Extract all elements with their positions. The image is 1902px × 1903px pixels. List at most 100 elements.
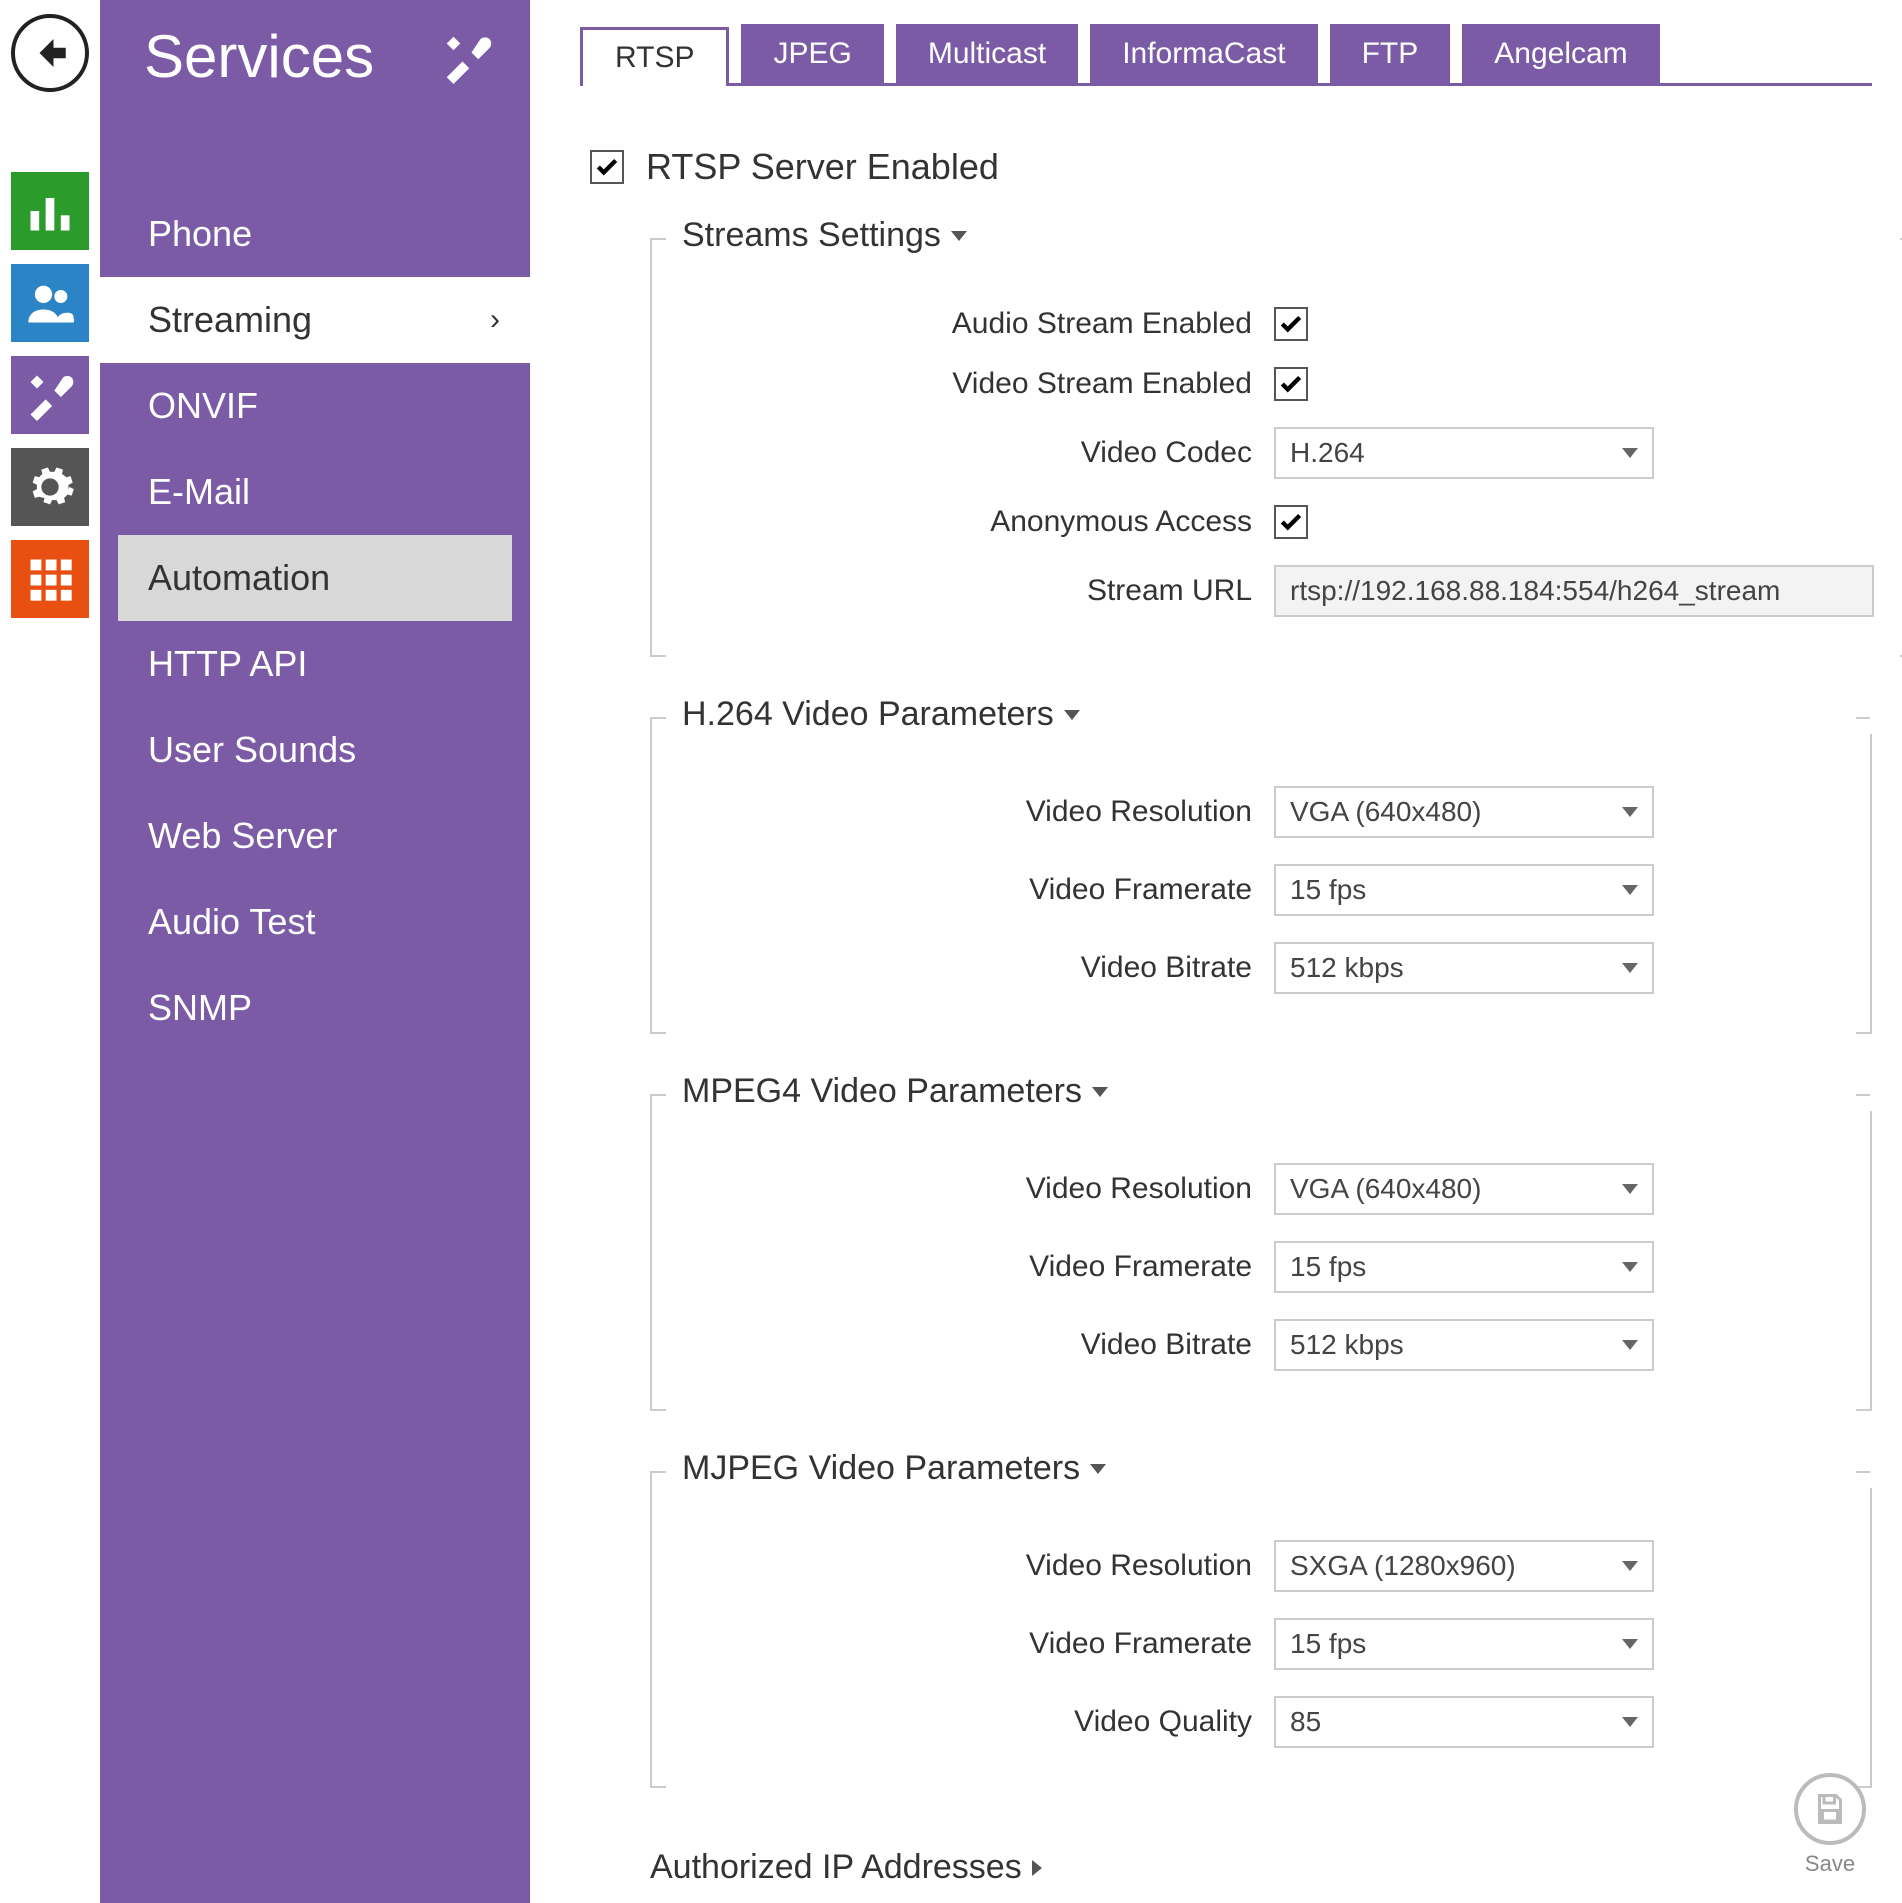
sidebar-item-label: ONVIF <box>148 385 258 427</box>
select-h264-br[interactable]: 512 kbps <box>1274 942 1654 994</box>
select-value: 512 kbps <box>1290 1329 1404 1361</box>
readonly-value: rtsp://192.168.88.184:554/h264_stream <box>1290 575 1780 607</box>
tab-ftp[interactable]: FTP <box>1330 24 1451 83</box>
select-mpeg4-fps[interactable]: 15 fps <box>1274 1241 1654 1293</box>
sidebar-item-automation[interactable]: Automation <box>118 535 512 621</box>
select-mjpeg-fps[interactable]: 15 fps <box>1274 1618 1654 1670</box>
label-anon-access: Anonymous Access <box>692 505 1252 539</box>
group-legend-label: H.264 Video Parameters <box>682 695 1054 734</box>
grid-icon <box>24 553 76 605</box>
group-legend-streams[interactable]: Streams Settings <box>672 216 1902 255</box>
sidebar-item-onvif[interactable]: ONVIF <box>100 363 530 449</box>
select-mjpeg-res[interactable]: SXGA (1280x960) <box>1274 1540 1654 1592</box>
sidebar-item-usersounds[interactable]: User Sounds <box>100 707 530 793</box>
group-legend-authip[interactable]: Authorized IP Addresses <box>650 1848 1872 1887</box>
sidebar-item-label: User Sounds <box>148 729 356 771</box>
select-mjpeg-q[interactable]: 85 <box>1274 1696 1654 1748</box>
tab-rtsp[interactable]: RTSP <box>580 27 729 86</box>
tab-multicast[interactable]: Multicast <box>896 24 1078 83</box>
select-value: 512 kbps <box>1290 952 1404 984</box>
tools-icon <box>440 30 494 84</box>
tab-angelcam[interactable]: Angelcam <box>1462 24 1659 83</box>
video-enabled-checkbox[interactable] <box>1274 367 1308 401</box>
rail-services-icon[interactable] <box>11 356 89 434</box>
group-legend-mjpeg[interactable]: MJPEG Video Parameters <box>672 1449 1890 1488</box>
chevron-down-icon <box>1064 710 1080 720</box>
chevron-down-icon <box>1090 1464 1106 1474</box>
tab-jpeg[interactable]: JPEG <box>741 24 883 83</box>
sidebar-title: Services <box>144 22 374 91</box>
check-icon <box>594 154 620 180</box>
tools-icon <box>24 369 76 421</box>
select-video-codec[interactable]: H.264 <box>1274 427 1654 479</box>
sidebar-nav: Phone Streaming› ONVIF E-Mail Automation… <box>100 191 530 1051</box>
rail-status-icon[interactable] <box>11 172 89 250</box>
tab-label: InformaCast <box>1122 37 1285 71</box>
tab-label: Multicast <box>928 37 1046 71</box>
select-h264-fps[interactable]: 15 fps <box>1274 864 1654 916</box>
sidebar-item-httpapi[interactable]: HTTP API <box>100 621 530 707</box>
tabs: RTSP JPEG Multicast InformaCast FTP Ange… <box>580 24 1872 86</box>
label-mpeg4-fps: Video Framerate <box>692 1250 1252 1284</box>
sidebar-item-label: Web Server <box>148 815 337 857</box>
select-value: 15 fps <box>1290 1628 1366 1660</box>
audio-enabled-checkbox[interactable] <box>1274 307 1308 341</box>
bar-chart-icon <box>24 185 76 237</box>
sidebar-item-snmp[interactable]: SNMP <box>100 965 530 1051</box>
label-audio-enabled: Audio Stream Enabled <box>692 307 1252 341</box>
label-mjpeg-q: Video Quality <box>692 1705 1252 1739</box>
sidebar-item-phone[interactable]: Phone <box>100 191 530 277</box>
sidebar-item-label: Phone <box>148 213 252 255</box>
select-value: H.264 <box>1290 437 1365 469</box>
sidebar-item-label: E-Mail <box>148 471 250 513</box>
sidebar-item-label: SNMP <box>148 987 252 1029</box>
chevron-down-icon <box>951 231 967 241</box>
rtsp-enabled-label: RTSP Server Enabled <box>646 146 999 188</box>
group-h264: H.264 Video Parameters Video Resolution … <box>650 717 1872 1034</box>
chevron-right-icon <box>1032 1860 1042 1876</box>
group-mpeg4: MPEG4 Video Parameters Video Resolution … <box>650 1094 1872 1411</box>
sidebar-item-audiotest[interactable]: Audio Test <box>100 879 530 965</box>
label-h264-fps: Video Framerate <box>692 873 1252 907</box>
stream-url-field: rtsp://192.168.88.184:554/h264_stream <box>1274 565 1874 617</box>
select-value: 15 fps <box>1290 1251 1366 1283</box>
rail-system-icon[interactable] <box>11 540 89 618</box>
label-stream-url: Stream URL <box>692 574 1252 608</box>
anon-access-checkbox[interactable] <box>1274 505 1308 539</box>
group-authorized-ip: Authorized IP Addresses <box>650 1848 1872 1887</box>
sidebar-item-label: HTTP API <box>148 643 307 685</box>
gear-icon <box>24 461 76 513</box>
tab-informacast[interactable]: InformaCast <box>1090 24 1317 83</box>
icon-rail <box>0 0 100 1903</box>
back-button[interactable] <box>11 14 89 92</box>
select-h264-res[interactable]: VGA (640x480) <box>1274 786 1654 838</box>
chevron-down-icon <box>1092 1087 1108 1097</box>
select-mpeg4-res[interactable]: VGA (640x480) <box>1274 1163 1654 1215</box>
rail-hardware-icon[interactable] <box>11 448 89 526</box>
select-value: SXGA (1280x960) <box>1290 1550 1516 1582</box>
sidebar-item-label: Automation <box>148 557 330 599</box>
save-label: Save <box>1805 1851 1855 1877</box>
check-icon <box>1278 311 1304 337</box>
label-mpeg4-res: Video Resolution <box>692 1172 1252 1206</box>
sidebar-item-label: Audio Test <box>148 901 315 943</box>
group-legend-label: Streams Settings <box>682 216 941 255</box>
tab-label: Angelcam <box>1494 37 1627 71</box>
select-mpeg4-br[interactable]: 512 kbps <box>1274 1319 1654 1371</box>
tab-label: JPEG <box>773 37 851 71</box>
check-icon <box>1278 371 1304 397</box>
rtsp-enabled-checkbox[interactable] <box>590 150 624 184</box>
rail-directory-icon[interactable] <box>11 264 89 342</box>
tab-label: RTSP <box>615 41 694 75</box>
sidebar-item-email[interactable]: E-Mail <box>100 449 530 535</box>
sidebar-item-streaming[interactable]: Streaming› <box>100 277 530 363</box>
label-h264-res: Video Resolution <box>692 795 1252 829</box>
group-legend-mpeg4[interactable]: MPEG4 Video Parameters <box>672 1072 1890 1111</box>
select-value: VGA (640x480) <box>1290 796 1481 828</box>
sidebar-item-webserver[interactable]: Web Server <box>100 793 530 879</box>
save-button[interactable]: Save <box>1794 1773 1866 1877</box>
label-h264-br: Video Bitrate <box>692 951 1252 985</box>
group-legend-label: MPEG4 Video Parameters <box>682 1072 1082 1111</box>
group-legend-h264[interactable]: H.264 Video Parameters <box>672 695 1890 734</box>
check-icon <box>1278 509 1304 535</box>
